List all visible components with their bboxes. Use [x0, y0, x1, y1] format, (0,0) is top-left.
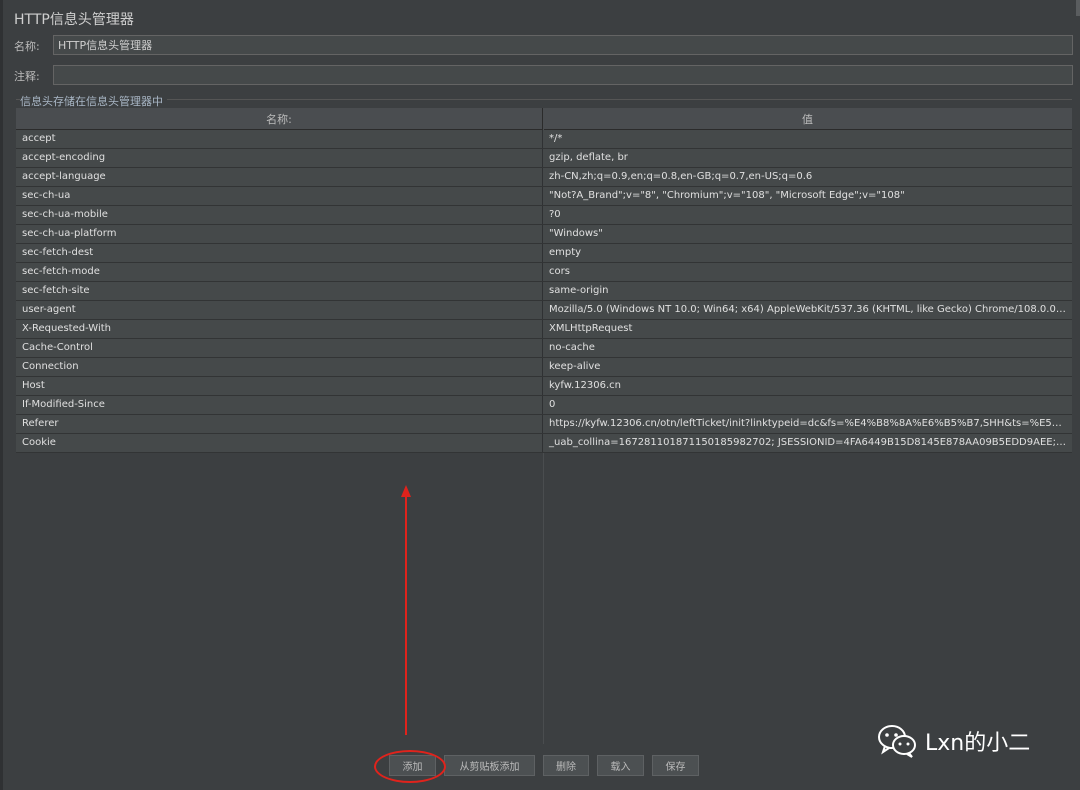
header-value-cell[interactable]: ?0	[543, 206, 1072, 224]
annotation-highlight-ellipse	[374, 750, 446, 783]
table-row[interactable]: If-Modified-Since 0	[16, 396, 1072, 415]
table-row[interactable]: accept */*	[16, 130, 1072, 149]
table-row[interactable]: sec-fetch-dest empty	[16, 244, 1072, 263]
watermark-text: Lxn的小二	[925, 731, 1031, 756]
header-value-cell[interactable]: _uab_collina=167281101871150185982702; J…	[543, 434, 1072, 452]
wechat-icon	[878, 725, 916, 758]
header-name-cell[interactable]: If-Modified-Since	[16, 396, 543, 414]
header-name-cell[interactable]: Cookie	[16, 434, 543, 452]
header-value-cell[interactable]: no-cache	[543, 339, 1072, 357]
table-row[interactable]: sec-ch-ua-platform "Windows"	[16, 225, 1072, 244]
annotation-arrow	[400, 485, 412, 735]
group-divider	[16, 99, 1072, 100]
panel-title: HTTP信息头管理器	[14, 12, 134, 28]
header-name-cell[interactable]: accept	[16, 130, 543, 148]
header-value-cell[interactable]: 0	[543, 396, 1072, 414]
comment-field-row: 注释:	[14, 65, 1074, 87]
header-name-cell[interactable]: sec-fetch-site	[16, 282, 543, 300]
table-row[interactable]: sec-ch-ua-mobile ?0	[16, 206, 1072, 225]
headers-table: 名称: 值 accept */* accept-encoding gzip, defl…	[16, 108, 1072, 744]
header-name-cell[interactable]: accept-language	[16, 168, 543, 186]
button-bar: 添加 从剪贴板添加 删除 载入 保存	[0, 755, 1080, 777]
comment-label: 注释:	[14, 70, 40, 83]
comment-input[interactable]	[53, 65, 1073, 85]
delete-button[interactable]: 删除	[543, 755, 589, 776]
header-name-cell[interactable]: Referer	[16, 415, 543, 433]
save-button[interactable]: 保存	[652, 755, 699, 776]
header-value-cell[interactable]: "Not?A_Brand";v="8", "Chromium";v="108",…	[543, 187, 1072, 205]
header-name-cell[interactable]: Cache-Control	[16, 339, 543, 357]
table-row[interactable]: Cookie _uab_collina=167281101871150185982…	[16, 434, 1072, 453]
header-value-cell[interactable]: cors	[543, 263, 1072, 281]
table-row[interactable]: sec-ch-ua "Not?A_Brand";v="8", "Chromium"…	[16, 187, 1072, 206]
header-value-cell[interactable]: empty	[543, 244, 1072, 262]
table-row[interactable]: sec-fetch-site same-origin	[16, 282, 1072, 301]
window-left-edge	[0, 0, 3, 790]
name-field-row: 名称:	[14, 35, 1074, 57]
header-name-cell[interactable]: sec-fetch-dest	[16, 244, 543, 262]
header-value-cell[interactable]: "Windows"	[543, 225, 1072, 243]
header-value-cell[interactable]: https://kyfw.12306.cn/otn/leftTicket/ini…	[543, 415, 1072, 433]
header-name-cell[interactable]: accept-encoding	[16, 149, 543, 167]
table-header: 名称: 值	[16, 108, 1072, 130]
name-input[interactable]	[53, 35, 1073, 55]
table-body: accept */* accept-encoding gzip, deflate, b…	[16, 130, 1072, 453]
table-row[interactable]: X-Requested-With XMLHttpRequest	[16, 320, 1072, 339]
table-row[interactable]: accept-language zh-CN,zh;q=0.9,en;q=0.8,e…	[16, 168, 1072, 187]
header-value-cell[interactable]: Mozilla/5.0 (Windows NT 10.0; Win64; x64…	[543, 301, 1072, 319]
header-name-cell[interactable]: Connection	[16, 358, 543, 376]
header-value-cell[interactable]: XMLHttpRequest	[543, 320, 1072, 338]
table-row[interactable]: Connection keep-alive	[16, 358, 1072, 377]
header-name-cell[interactable]: X-Requested-With	[16, 320, 543, 338]
load-button[interactable]: 载入	[597, 755, 644, 776]
header-name-cell[interactable]: sec-ch-ua-mobile	[16, 206, 543, 224]
table-row[interactable]: Cache-Control no-cache	[16, 339, 1072, 358]
watermark: Lxn的小二	[877, 724, 1030, 758]
header-value-cell[interactable]: */*	[543, 130, 1072, 148]
header-value-cell[interactable]: keep-alive	[543, 358, 1072, 376]
group-title: 信息头存储在信息头管理器中	[20, 93, 167, 109]
column-header-value[interactable]: 值	[543, 108, 1072, 129]
header-name-cell[interactable]: sec-ch-ua	[16, 187, 543, 205]
name-label: 名称:	[14, 40, 40, 53]
table-row[interactable]: user-agent Mozilla/5.0 (Windows NT 10.0; …	[16, 301, 1072, 320]
header-name-cell[interactable]: sec-ch-ua-platform	[16, 225, 543, 243]
table-row[interactable]: sec-fetch-mode cors	[16, 263, 1072, 282]
add-from-clipboard-button[interactable]: 从剪贴板添加	[444, 755, 535, 776]
header-value-cell[interactable]: kyfw.12306.cn	[543, 377, 1072, 395]
header-value-cell[interactable]: same-origin	[543, 282, 1072, 300]
scrollbar-nub[interactable]	[1076, 0, 1080, 16]
header-name-cell[interactable]: sec-fetch-mode	[16, 263, 543, 281]
column-header-name[interactable]: 名称:	[16, 108, 543, 129]
header-name-cell[interactable]: user-agent	[16, 301, 543, 319]
table-row[interactable]: Referer https://kyfw.12306.cn/otn/leftTic…	[16, 415, 1072, 434]
header-value-cell[interactable]: zh-CN,zh;q=0.9,en;q=0.8,en-GB;q=0.7,en-U…	[543, 168, 1072, 186]
table-row[interactable]: accept-encoding gzip, deflate, br	[16, 149, 1072, 168]
table-row[interactable]: Host kyfw.12306.cn	[16, 377, 1072, 396]
header-value-cell[interactable]: gzip, deflate, br	[543, 149, 1072, 167]
header-name-cell[interactable]: Host	[16, 377, 543, 395]
